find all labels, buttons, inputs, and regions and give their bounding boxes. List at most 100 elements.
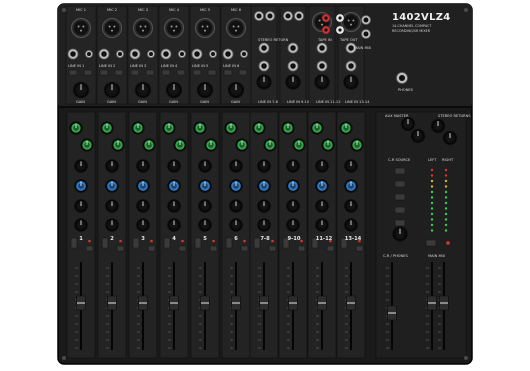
channel-number-3: 3	[141, 236, 145, 242]
meter-led-right-3	[444, 179, 448, 183]
stereo-return-jack-r-2-hole	[296, 13, 302, 19]
solo-button-2[interactable]	[116, 245, 125, 252]
low-cut-button-4[interactable]	[161, 69, 171, 76]
solo-button-1[interactable]	[85, 245, 94, 252]
pad-button-4[interactable]	[176, 69, 186, 76]
main-mix-fader-label: MAIN MIX	[428, 254, 446, 258]
pad-button-2[interactable]	[114, 69, 124, 76]
mic-input-1-pin-c	[80, 29, 82, 32]
gain-label-1: GAIN	[76, 100, 85, 104]
low-cut-button-5[interactable]	[192, 69, 202, 76]
model-subtitle-2: RECORDING/SR MIXER	[392, 29, 431, 33]
stereo-mic-input-4-pin-b	[352, 19, 355, 22]
tape-in-rca-l-hole	[338, 16, 342, 20]
stereo-mic-input-3-pin-a	[318, 19, 321, 22]
channel-number-13-14: 13-14	[344, 236, 362, 242]
stereo-line-label-13-14: LINE IN 13-14	[345, 100, 370, 104]
solo-button-7[interactable]	[268, 245, 277, 252]
mixer: 1402VLZ4 14-CHANNEL COMPACT RECORDING/SR…	[0, 0, 530, 371]
cr-phones-label: C-R / PHONES	[383, 254, 408, 258]
tape-out-label: TAPE OUT	[340, 38, 358, 42]
meter-led-left-7	[430, 201, 434, 205]
meter-led-right-10	[444, 218, 448, 221]
channel-number-5: 5	[203, 236, 207, 242]
meter-led-right-12	[444, 229, 448, 232]
meter-led-right-1	[444, 168, 448, 172]
cr-source-button-1[interactable]	[394, 167, 406, 175]
mic-input-3-hole	[135, 20, 151, 36]
meter-led-right-4	[444, 185, 448, 188]
mic-label-5: MIC 5	[200, 8, 211, 12]
low-cut-button-6[interactable]	[223, 69, 233, 76]
solo-button-3[interactable]	[147, 245, 156, 252]
pad-button-3[interactable]	[145, 69, 155, 76]
channel-number-9-10: 9-10	[287, 236, 301, 242]
low-cut-button-2[interactable]	[99, 69, 109, 76]
channel-number-1: 1	[79, 236, 83, 242]
meter-led-left-8	[430, 207, 434, 210]
mic-input-5-pin-a	[201, 25, 204, 28]
stereo-return-jack-l-2-hole	[285, 13, 291, 19]
cr-source-button-3[interactable]	[394, 193, 406, 201]
mic-input-4-pin-b	[175, 25, 178, 28]
tape-out-rca-r-hole	[324, 28, 328, 32]
line-input-1-hole	[70, 51, 76, 57]
phones-label: PHONES	[398, 88, 413, 92]
cr-source-button-4[interactable]	[394, 206, 406, 214]
stereo-line-label-11-12: LINE IN 11-12	[316, 100, 341, 104]
pad-button-6[interactable]	[238, 69, 248, 76]
low-cut-button-1[interactable]	[68, 69, 78, 76]
mic-input-6-pin-a	[232, 25, 235, 28]
main-mix-out-l-hole	[363, 17, 369, 23]
line-input-3-hole	[132, 51, 138, 57]
insert-jack-5-hole	[211, 52, 215, 56]
phones-jack-hole	[398, 74, 406, 82]
meter-led-right-5	[444, 190, 448, 194]
meter-right-label: RIGHT	[442, 158, 454, 162]
meter-led-left-9	[430, 212, 434, 216]
meter-led-right-8	[444, 207, 448, 210]
mic-label-6: MIC 6	[231, 8, 242, 12]
gain-label-6: GAIN	[231, 100, 240, 104]
stereo-line-label-7-8: LINE IN 7-8	[258, 100, 278, 104]
mic-input-5-hole	[197, 20, 213, 36]
line-input-4-hole	[163, 51, 169, 57]
solo-button-10[interactable]	[355, 245, 364, 252]
solo-button-5[interactable]	[209, 245, 218, 252]
tape-in-rca-r-hole	[324, 16, 328, 20]
main-mix-out-r-hole	[363, 31, 369, 37]
peak-led-3	[150, 239, 153, 243]
peak-led-2	[119, 239, 122, 243]
solo-button-6[interactable]	[240, 245, 249, 252]
solo-button-4[interactable]	[178, 245, 187, 252]
mic-input-3-pin-c	[142, 29, 144, 32]
stereo-return-label: STEREO RETURN	[258, 38, 289, 42]
solo-button-8[interactable]	[297, 245, 306, 252]
cr-source-label: C-R SOURCE	[388, 158, 411, 162]
pad-button-1[interactable]	[83, 69, 93, 76]
model-name: 1402VLZ4	[392, 12, 451, 23]
mic-label-2: MIC 2	[107, 8, 118, 12]
cr-source-button-5[interactable]	[394, 219, 406, 227]
low-cut-button-3[interactable]	[130, 69, 140, 76]
line-input-2-hole	[101, 51, 107, 57]
meter-left-label: LEFT	[428, 158, 437, 162]
meter-led-left-12	[430, 229, 434, 232]
channel-number-6: 6	[234, 236, 238, 242]
gain-label-5: GAIN	[200, 100, 209, 104]
panel-screw-3	[62, 356, 66, 360]
meter-led-left-4	[430, 185, 434, 188]
meter-led-left-5	[430, 190, 434, 194]
stereo-line-input-l-2-hole	[290, 45, 296, 51]
mode-button[interactable]	[425, 239, 437, 247]
stereo-return-jack-r-1-hole	[267, 13, 273, 19]
cr-source-button-2[interactable]	[394, 180, 406, 188]
pad-button-5[interactable]	[207, 69, 217, 76]
line-label-3: LINE IN 3	[130, 64, 147, 68]
panel-screw-4	[464, 356, 468, 360]
solo-button-9[interactable]	[326, 245, 335, 252]
stereo-mic-input-4-hole	[343, 14, 359, 30]
stereo-line-input-r-1-hole	[261, 63, 267, 69]
tape-out-rca-l-hole	[338, 28, 342, 32]
channel-number-7-8: 7-8	[260, 236, 270, 242]
